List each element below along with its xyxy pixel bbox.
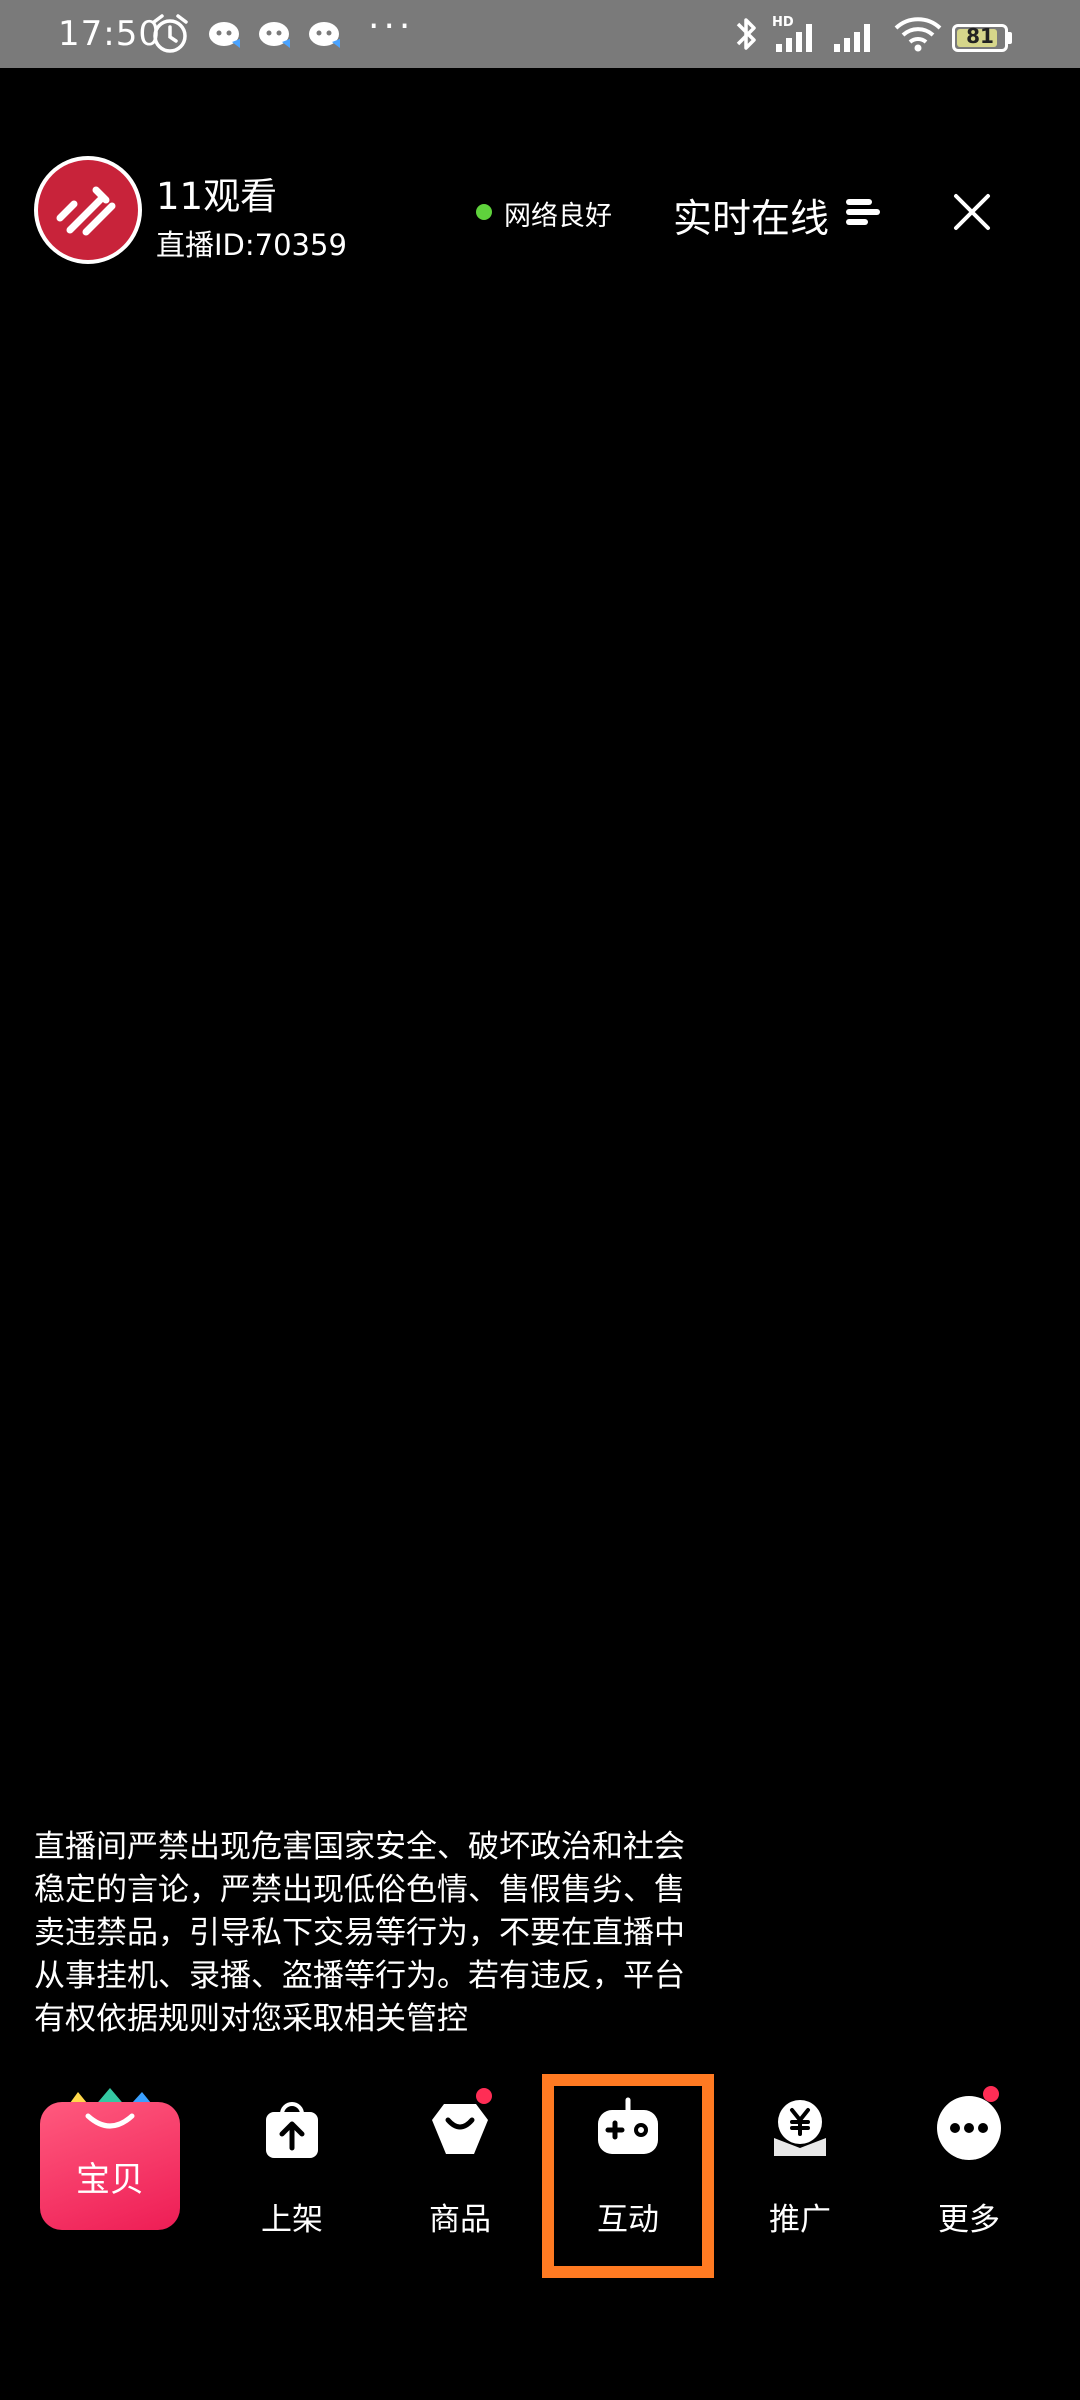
shangjia-label: 上架 [261, 2202, 323, 2238]
alarm-icon [150, 12, 190, 60]
realtime-online-button[interactable]: 实时在线 [673, 188, 829, 244]
tuiguang-button[interactable]: 推广 [730, 2076, 870, 2246]
baobei-label: 宝贝 [76, 2160, 144, 2200]
signal-icon [830, 12, 882, 60]
svg-text:HD: HD [772, 15, 794, 30]
wifi-icon [892, 12, 944, 60]
chat-notification-icon-2 [256, 12, 296, 60]
logo-icon [56, 186, 116, 236]
more-icon [937, 2096, 1001, 2160]
chat-notification-icon [206, 12, 246, 60]
hd-signal-icon: HD [770, 12, 828, 60]
room-name: 11观看 [156, 175, 278, 218]
hudong-highlight-box [542, 2074, 714, 2278]
avatar[interactable] [34, 156, 142, 264]
battery-level: 81 [966, 24, 994, 48]
room-id: 直播ID:70359 [156, 228, 347, 262]
tuiguang-label: 推广 [769, 2202, 831, 2238]
gengduo-badge [983, 2086, 999, 2102]
network-status-text: 网络良好 [504, 201, 612, 232]
close-icon[interactable] [950, 190, 994, 238]
shangpin-label: 商品 [429, 2202, 491, 2238]
network-status-dot [476, 204, 492, 220]
list-icon[interactable] [846, 197, 880, 231]
live-rules-notice: 直播间严禁出现危害国家安全、破坏政治和社会 稳定的言论，严禁出现低俗色情、售假售… [34, 1829, 685, 2037]
more-notifications-icon: ··· [368, 6, 415, 47]
upload-bag-icon [266, 2102, 318, 2158]
status-time: 17:50 [58, 14, 161, 54]
shangjia-button[interactable]: 上架 [222, 2076, 362, 2246]
baobei-button[interactable]: 宝贝 [40, 2086, 180, 2236]
promote-icon [774, 2100, 826, 2156]
gengduo-label: 更多 [938, 2202, 1000, 2238]
shangpin-button[interactable]: 商品 [390, 2076, 530, 2246]
chat-notification-icon-3 [306, 12, 346, 60]
gengduo-button[interactable]: 更多 [899, 2076, 1039, 2246]
shangpin-badge [476, 2088, 492, 2104]
product-icon [432, 2104, 488, 2154]
status-bar: 17:50 ··· HD 81 [0, 0, 1080, 68]
battery-icon: 81 [952, 24, 1008, 52]
bluetooth-icon [732, 12, 760, 60]
